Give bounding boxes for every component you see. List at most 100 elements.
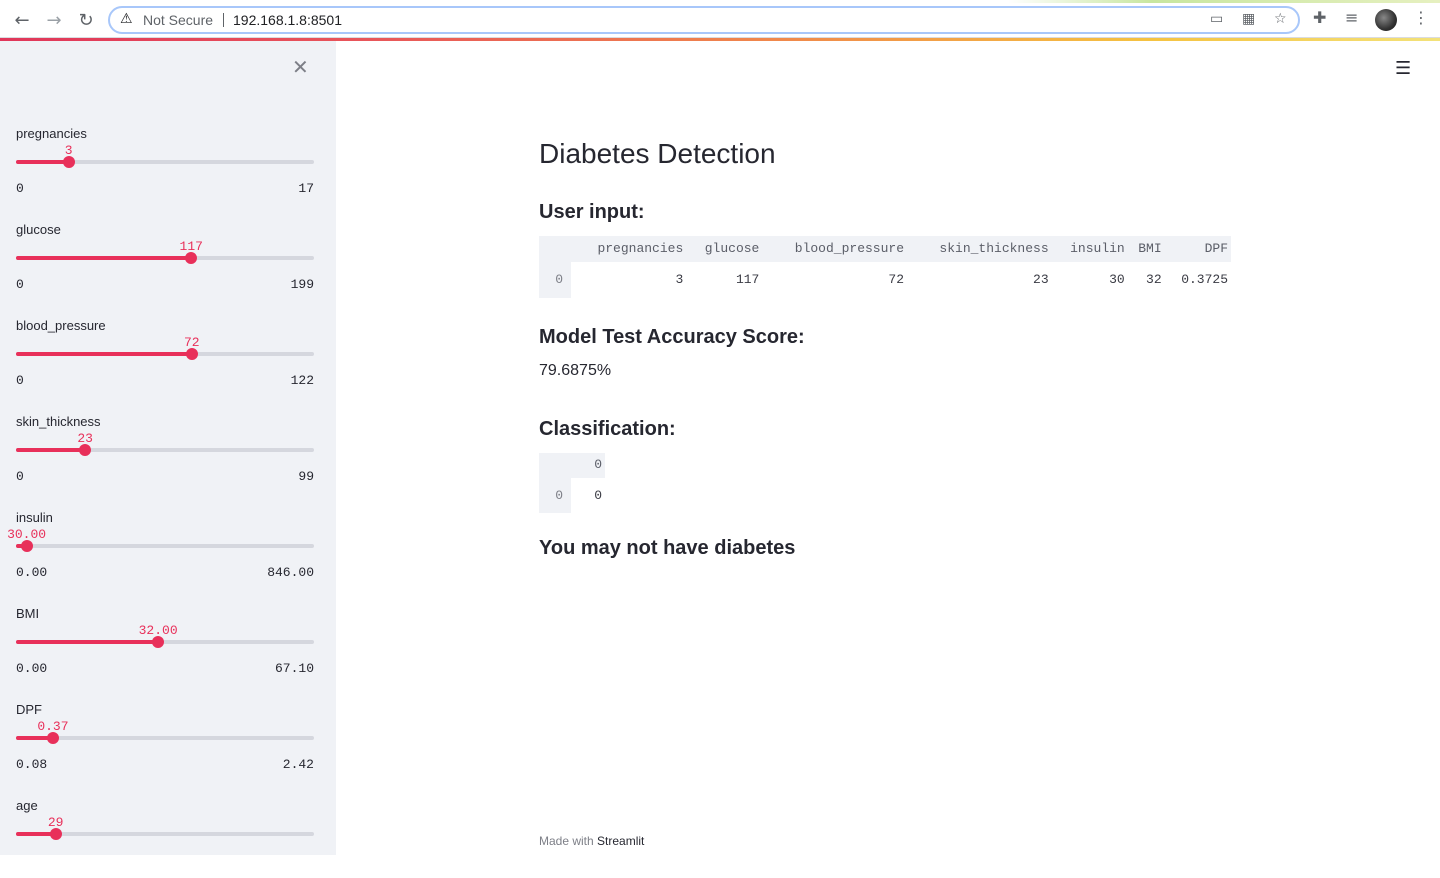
warning-icon[interactable]: ⚠ <box>120 11 133 27</box>
reload-icon[interactable]: ↻ <box>74 8 98 32</box>
slider-track[interactable] <box>16 736 314 740</box>
slider-thumb[interactable] <box>79 444 92 456</box>
footer-brand-link[interactable]: Streamlit <box>597 834 644 848</box>
slider-thumb[interactable] <box>20 540 33 552</box>
table-cell[interactable]: 32 <box>1127 260 1165 298</box>
result-text: You may not have diabetes <box>539 537 796 559</box>
slider-thumb[interactable] <box>185 252 198 264</box>
load-progress <box>0 0 1440 3</box>
slider-fill <box>16 256 192 260</box>
browser-toolbar: ← → ↻ ⚠ Not Secure 192.168.1.8:8501 ▭ ▦ … <box>0 0 1440 38</box>
slider-skin_thickness: skin_thickness 23 0 99 <box>16 414 314 494</box>
index-header <box>539 236 571 261</box>
slider-age: age 29 <box>16 798 314 878</box>
slider-min: 0 <box>16 277 24 292</box>
slider-min: 0 <box>16 181 24 196</box>
slider-max: 2.42 <box>282 757 314 772</box>
column-header[interactable]: DPF <box>1164 236 1231 261</box>
table-header-row: 0 <box>539 453 605 477</box>
slider-label: glucose <box>16 222 61 237</box>
index-header <box>539 453 571 477</box>
url-text[interactable]: 192.168.1.8:8501 <box>233 12 342 28</box>
table-cell[interactable]: 23 <box>907 260 1052 298</box>
hamburger-menu-icon[interactable]: ☰ <box>1395 58 1411 79</box>
slider-label: skin_thickness <box>16 414 101 429</box>
table-cell[interactable]: 117 <box>686 260 763 298</box>
slider-track[interactable] <box>16 448 314 452</box>
media-queue-icon[interactable]: ≡ <box>1345 8 1358 27</box>
bookmark-star-icon[interactable]: ☆ <box>1274 11 1287 27</box>
slider-bmi: BMI 32.00 0.00 67.10 <box>16 606 314 686</box>
column-header[interactable]: BMI <box>1127 236 1165 261</box>
table-cell[interactable]: 30 <box>1051 260 1128 298</box>
back-icon[interactable]: ← <box>10 8 34 32</box>
more-vert-icon[interactable]: ⋮ <box>1413 8 1429 27</box>
slider-label: DPF <box>16 702 42 717</box>
slider-track[interactable] <box>16 256 314 260</box>
slider-thumb[interactable] <box>49 828 62 840</box>
slider-track[interactable] <box>16 544 314 548</box>
row-index: 0 <box>539 261 571 298</box>
slider-min: 0.00 <box>16 565 48 580</box>
column-header[interactable]: 0 <box>571 453 605 477</box>
slider-min: 0.08 <box>16 757 48 772</box>
slider-label: insulin <box>16 510 53 525</box>
table-cell[interactable]: 3 <box>571 260 687 298</box>
footer: Made with Streamlit <box>539 834 644 848</box>
column-header[interactable]: pregnancies <box>571 236 687 261</box>
slider-track[interactable] <box>16 640 314 644</box>
column-header[interactable]: glucose <box>686 236 763 261</box>
slider-fill <box>16 448 86 452</box>
slider-max: 122 <box>290 373 314 388</box>
extensions-puzzle-icon[interactable]: ✚ <box>1313 8 1326 27</box>
slider-max: 67.10 <box>274 661 314 676</box>
user-input-table: pregnancies glucose blood_pressure skin_thi… <box>539 236 1231 298</box>
column-header[interactable]: blood_pressure <box>762 236 907 261</box>
user-input-dataframe[interactable]: pregnancies glucose blood_pressure skin_thi… <box>539 236 1231 298</box>
table-cell[interactable]: 0 <box>571 476 605 513</box>
table-row: 00 <box>539 476 605 513</box>
column-header[interactable]: insulin <box>1051 236 1128 261</box>
slider-min: 0.00 <box>16 661 48 676</box>
page-title: Diabetes Detection <box>539 138 776 169</box>
address-bar[interactable]: ⚠ Not Secure 192.168.1.8:8501 ▭ ▦ ☆ <box>108 6 1300 34</box>
qr-code-icon[interactable]: ▦ <box>1242 11 1255 27</box>
accuracy-value: 79.6875% <box>539 362 612 379</box>
slider-thumb[interactable] <box>185 348 198 360</box>
table-header-row: pregnancies glucose blood_pressure skin_thi… <box>539 236 1231 261</box>
slider-glucose: glucose 117 0 199 <box>16 222 314 302</box>
forward-icon[interactable]: → <box>42 8 66 32</box>
accuracy-heading: Model Test Accuracy Score: <box>539 326 805 348</box>
classification-dataframe[interactable]: 0 00 <box>539 453 605 513</box>
slider-thumb[interactable] <box>152 636 165 648</box>
slider-label: age <box>16 798 38 813</box>
slider-fill <box>16 352 192 356</box>
table-cell[interactable]: 0.3725 <box>1164 260 1231 298</box>
security-label[interactable]: Not Secure <box>143 12 213 28</box>
slider-thumb[interactable] <box>46 732 59 744</box>
slider-min: 0 <box>16 373 24 388</box>
cast-icon[interactable]: ▭ <box>1210 11 1223 27</box>
slider-max: 17 <box>298 181 314 196</box>
slider-track[interactable] <box>16 160 314 164</box>
column-header[interactable]: skin_thickness <box>907 236 1052 261</box>
omnibox-divider <box>223 13 224 27</box>
slider-fill <box>16 640 159 644</box>
slider-max: 846.00 <box>267 565 314 580</box>
slider-max: 99 <box>298 469 314 484</box>
table-cell[interactable]: 72 <box>762 260 907 298</box>
slider-track[interactable] <box>16 352 314 356</box>
slider-label: BMI <box>16 606 40 621</box>
slider-thumb[interactable] <box>62 156 75 168</box>
close-sidebar-icon[interactable]: ✕ <box>292 55 309 79</box>
slider-pregnancies: pregnancies 3 0 17 <box>16 126 314 206</box>
profile-avatar[interactable] <box>1375 9 1397 31</box>
footer-prefix: Made with <box>539 834 594 848</box>
classification-table: 0 00 <box>539 453 605 513</box>
slider-label: blood_pressure <box>16 318 106 333</box>
row-index: 0 <box>539 477 571 513</box>
slider-dpf: DPF 0.37 0.08 2.42 <box>16 702 314 782</box>
slider-fill <box>16 160 69 164</box>
slider-min: 0 <box>16 469 24 484</box>
slider-blood_pressure: blood_pressure 72 0 122 <box>16 318 314 398</box>
